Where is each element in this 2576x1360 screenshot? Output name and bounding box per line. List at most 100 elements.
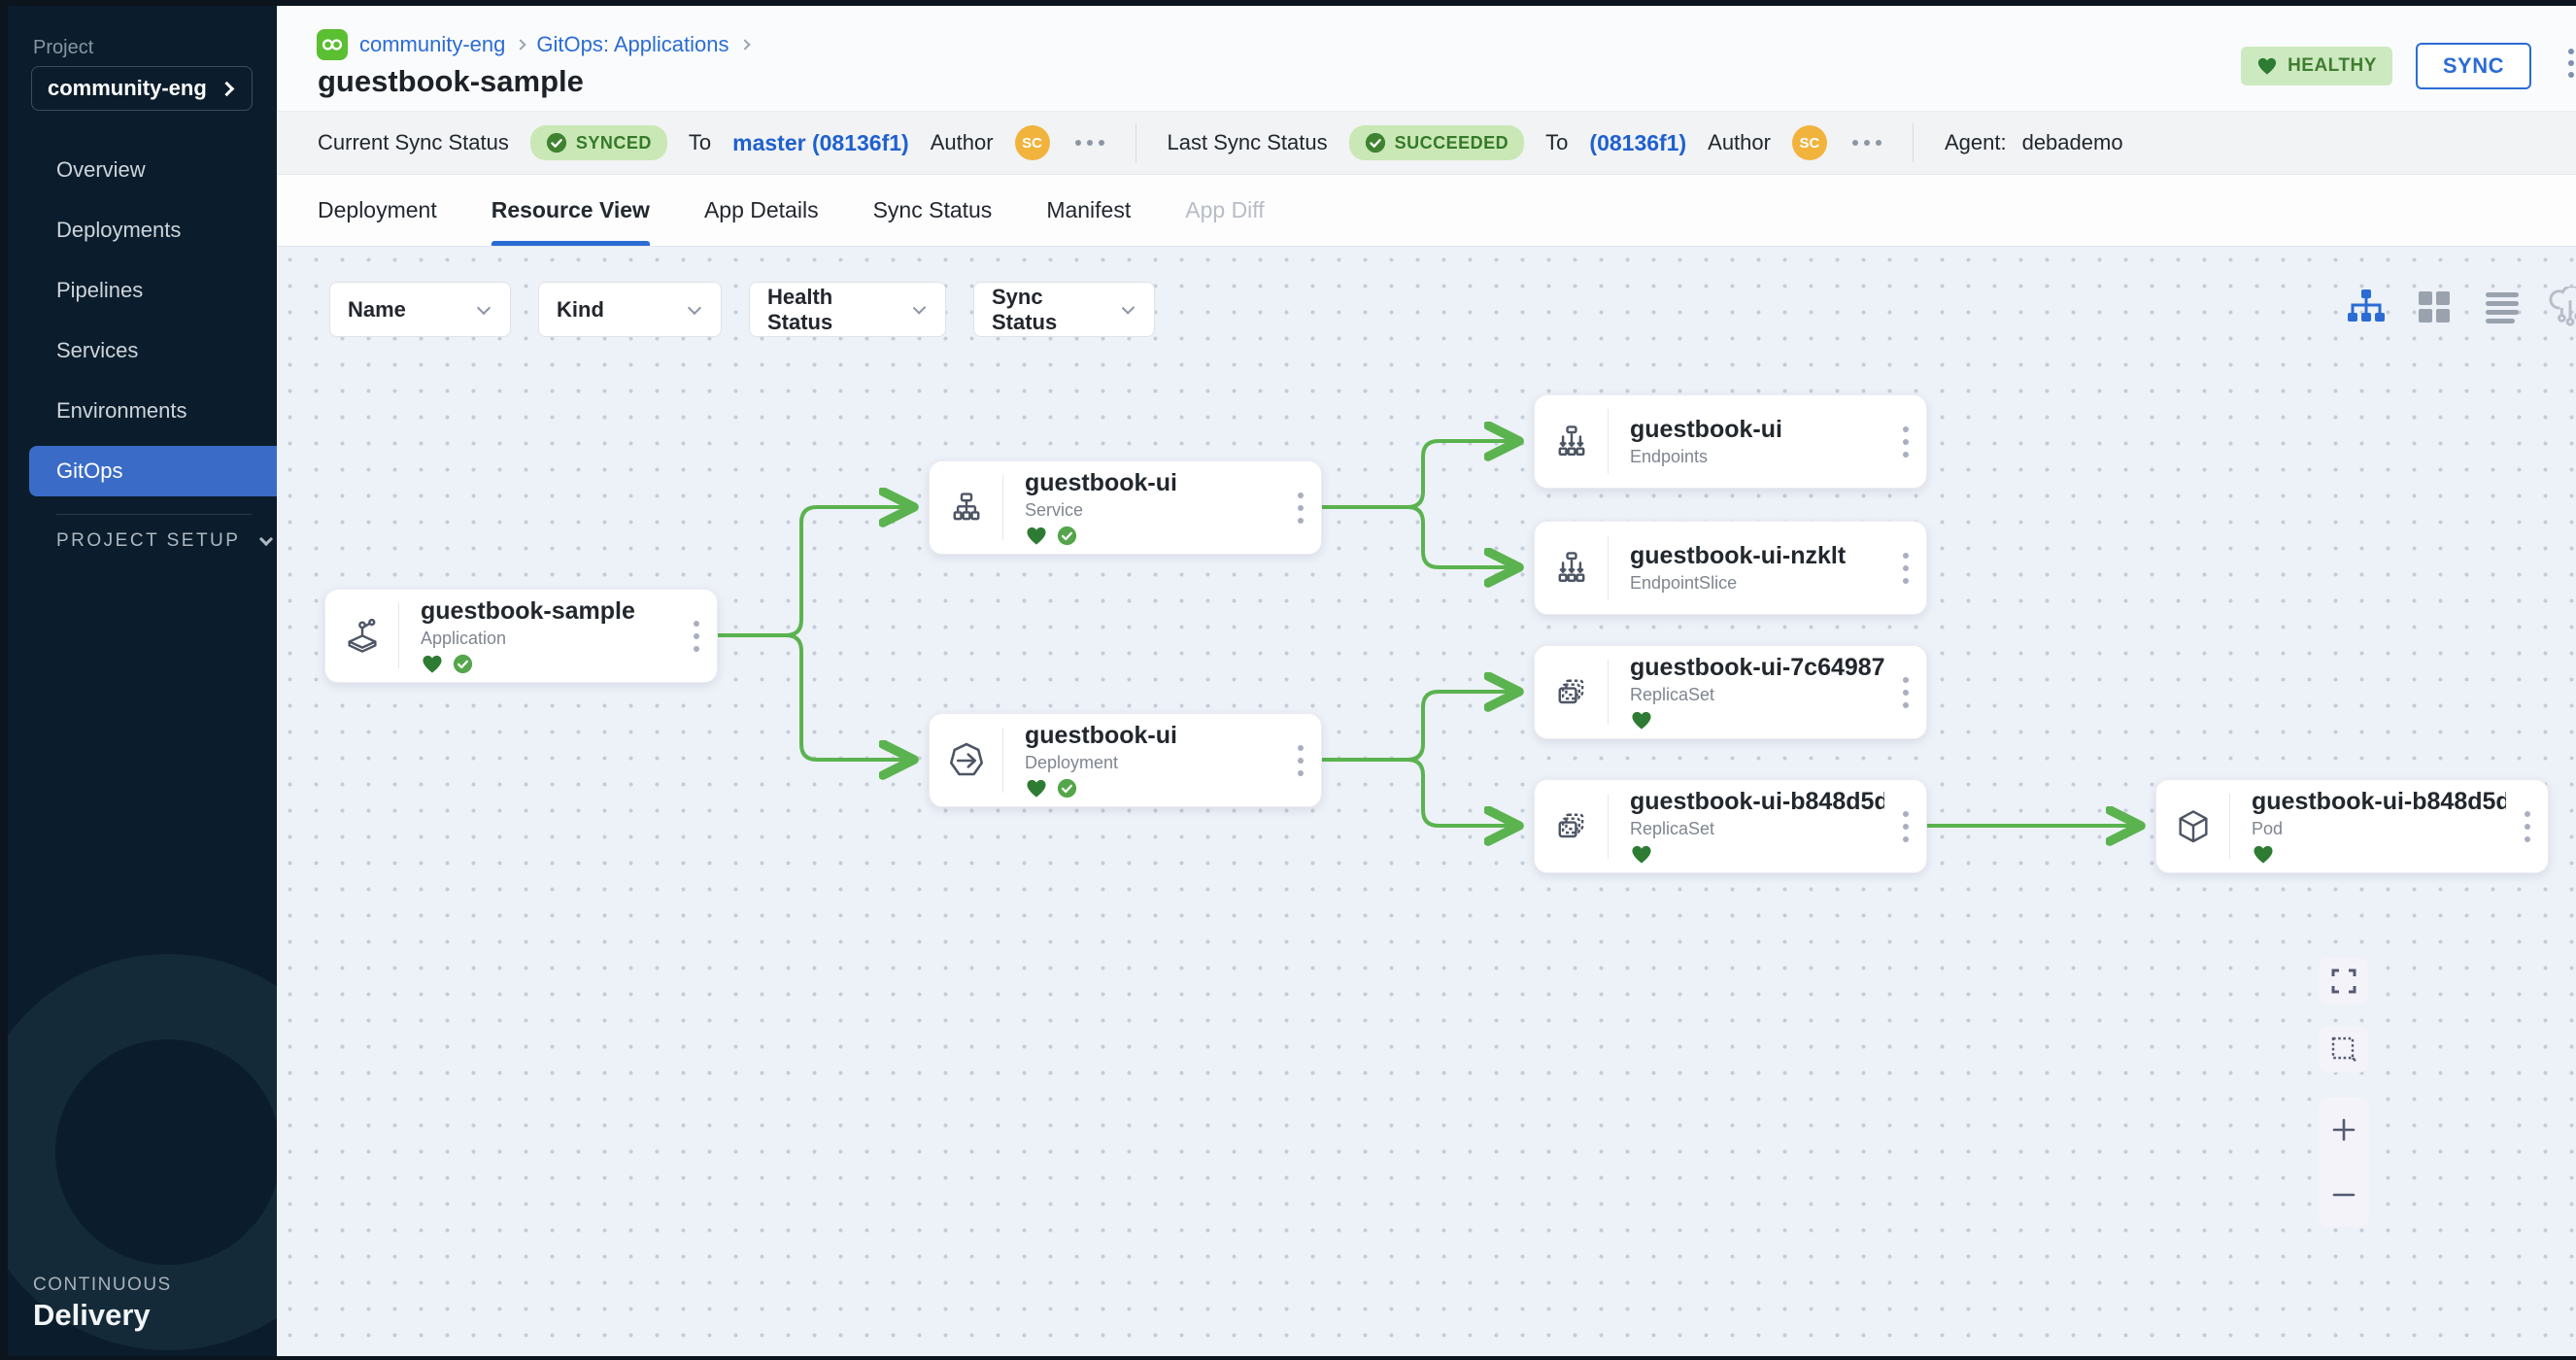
module-brand-line2: Delivery xyxy=(33,1298,172,1333)
filter-sync-status-dropdown[interactable]: Sync Status xyxy=(973,282,1155,337)
project-setup-toggle[interactable]: PROJECT SETUP xyxy=(56,530,271,552)
node-endpoints-guestbook-ui[interactable]: guestbook-ui Endpoints xyxy=(1534,394,1927,489)
node-status xyxy=(1630,844,1885,866)
node-menu-icon[interactable] xyxy=(1885,522,1926,614)
tab-manifest[interactable]: Manifest xyxy=(1046,175,1131,246)
node-menu-icon[interactable] xyxy=(1885,646,1926,738)
node-endpointslice-guestbook-ui-nzklt[interactable]: guestbook-ui-nzklt EndpointSlice xyxy=(1534,521,1927,615)
breadcrumb-project-link[interactable]: community-eng xyxy=(359,32,505,57)
node-kind: Deployment xyxy=(1025,753,1280,773)
project-selector[interactable]: community-eng xyxy=(31,66,253,111)
node-menu-icon[interactable] xyxy=(1885,780,1926,872)
list-view-icon[interactable] xyxy=(2481,286,2524,328)
service-icon xyxy=(930,475,1003,540)
sync-button[interactable]: SYNC xyxy=(2416,43,2531,89)
node-service-guestbook-ui[interactable]: guestbook-ui Service xyxy=(929,460,1322,555)
app-window: Project community-eng Overview Deploymen… xyxy=(8,6,2576,1356)
author-label: Author xyxy=(1708,130,1771,155)
breadcrumb: community-eng GitOps: Applications xyxy=(317,29,749,60)
synced-check-icon xyxy=(1057,526,1077,546)
sidebar: Project community-eng Overview Deploymen… xyxy=(8,6,277,1356)
application-icon xyxy=(325,603,399,668)
healthy-heart-icon xyxy=(421,654,444,674)
replicaset-icon xyxy=(1535,660,1609,725)
sidebar-item-pipelines[interactable]: Pipelines xyxy=(8,260,277,321)
node-replicaset-guestbook-ui-b848d5d9d[interactable]: guestbook-ui-b848d5d9d ReplicaSet xyxy=(1534,779,1927,873)
divider xyxy=(1135,123,1136,162)
healthy-heart-icon xyxy=(1025,778,1048,799)
fullscreen-icon[interactable] xyxy=(2319,958,2368,1004)
project-selector-value: community-eng xyxy=(48,76,207,101)
last-revision-link[interactable]: (08136f1) xyxy=(1589,130,1686,156)
breadcrumb-section-link[interactable]: GitOps: Applications xyxy=(536,32,729,57)
tab-resource-view[interactable]: Resource View xyxy=(491,175,650,246)
node-menu-icon[interactable] xyxy=(1885,395,1926,488)
agent-label: Agent: xyxy=(1945,130,2007,155)
zoom-in-button[interactable] xyxy=(2319,1097,2369,1162)
sidebar-item-overview[interactable]: Overview xyxy=(8,140,277,200)
project-setup-label: PROJECT SETUP xyxy=(56,530,240,552)
synced-check-icon xyxy=(1057,778,1077,799)
node-deployment-guestbook-ui[interactable]: guestbook-ui Deployment xyxy=(929,713,1322,807)
node-kind: EndpointSlice xyxy=(1630,573,1885,594)
healthy-heart-icon xyxy=(1630,844,1653,865)
node-pod-guestbook-ui-b848d5d9[interactable]: guestbook-ui-b848d5d9... Pod xyxy=(2155,779,2549,873)
more-options-icon[interactable] xyxy=(1075,140,1104,146)
tab-deployment[interactable]: Deployment xyxy=(318,175,437,246)
node-title: guestbook-ui-b848d5d9d xyxy=(1630,788,1884,816)
tree-view-icon[interactable] xyxy=(2345,286,2388,328)
tab-app-diff[interactable]: App Diff xyxy=(1185,175,1264,246)
node-status xyxy=(1630,710,1885,731)
node-kind: ReplicaSet xyxy=(1630,819,1885,839)
sidebar-item-gitops[interactable]: GitOps xyxy=(29,446,277,496)
header-more-options-icon[interactable] xyxy=(2568,49,2574,78)
node-application-guestbook-sample[interactable]: guestbook-sample Application xyxy=(324,589,718,683)
filter-kind-dropdown[interactable]: Kind xyxy=(538,282,722,337)
last-sync-status-label: Last Sync Status xyxy=(1168,130,1328,155)
sidebar-item-services[interactable]: Services xyxy=(8,321,277,381)
node-menu-icon[interactable] xyxy=(676,590,717,682)
sidebar-item-deployments[interactable]: Deployments xyxy=(8,200,277,260)
cloud-view-icon[interactable] xyxy=(2549,286,2576,328)
node-status xyxy=(421,654,676,675)
grid-view-icon[interactable] xyxy=(2413,286,2456,328)
healthy-heart-icon xyxy=(1025,526,1048,546)
module-brand: CONTINUOUS Delivery xyxy=(33,1275,172,1333)
author-avatar: SC xyxy=(1792,125,1827,160)
main-area: community-eng GitOps: Applications guest… xyxy=(277,6,2576,1356)
tab-label: Resource View xyxy=(491,197,650,223)
more-options-icon[interactable] xyxy=(1852,140,1881,146)
agent-value: debademo xyxy=(2022,130,2123,155)
node-replicaset-guestbook-ui-7c64987dc9[interactable]: guestbook-ui-7c64987dc9 ReplicaSet xyxy=(1534,645,1927,739)
page-title: guestbook-sample xyxy=(318,64,584,99)
endpoints-icon xyxy=(1535,409,1609,474)
filter-label: Kind xyxy=(557,297,604,323)
tab-label: Manifest xyxy=(1046,197,1131,223)
node-menu-icon[interactable] xyxy=(1280,714,1321,806)
node-kind: Endpoints xyxy=(1630,447,1885,467)
zoom-out-button[interactable] xyxy=(2319,1162,2369,1227)
node-title: guestbook-ui-7c64987dc9 xyxy=(1630,654,1884,682)
chevron-down-icon xyxy=(477,300,491,314)
resource-graph-canvas[interactable]: Name Kind Health Status Sync Status xyxy=(277,247,2576,1356)
filter-name-dropdown[interactable]: Name xyxy=(329,282,511,337)
sidebar-item-label: Pipelines xyxy=(56,278,143,303)
filter-health-status-dropdown[interactable]: Health Status xyxy=(749,282,946,337)
tab-sync-status[interactable]: Sync Status xyxy=(873,175,993,246)
page-header: community-eng GitOps: Applications guest… xyxy=(277,6,2576,111)
current-revision-link[interactable]: master (08136f1) xyxy=(732,130,909,156)
node-menu-icon[interactable] xyxy=(1280,461,1321,554)
filter-label: Name xyxy=(348,297,406,323)
node-title: guestbook-ui xyxy=(1630,416,1884,444)
node-status xyxy=(1025,526,1280,547)
chevron-down-icon xyxy=(688,300,701,314)
node-menu-icon[interactable] xyxy=(2507,780,2548,872)
chevron-down-icon xyxy=(1122,301,1135,315)
sidebar-divider xyxy=(56,514,252,515)
sidebar-item-environments[interactable]: Environments xyxy=(8,381,277,441)
selection-box-icon[interactable] xyxy=(2319,1026,2368,1072)
sidebar-item-label: Environments xyxy=(56,398,187,424)
pod-icon xyxy=(2156,794,2230,859)
to-label: To xyxy=(689,130,711,155)
tab-app-details[interactable]: App Details xyxy=(704,175,819,246)
